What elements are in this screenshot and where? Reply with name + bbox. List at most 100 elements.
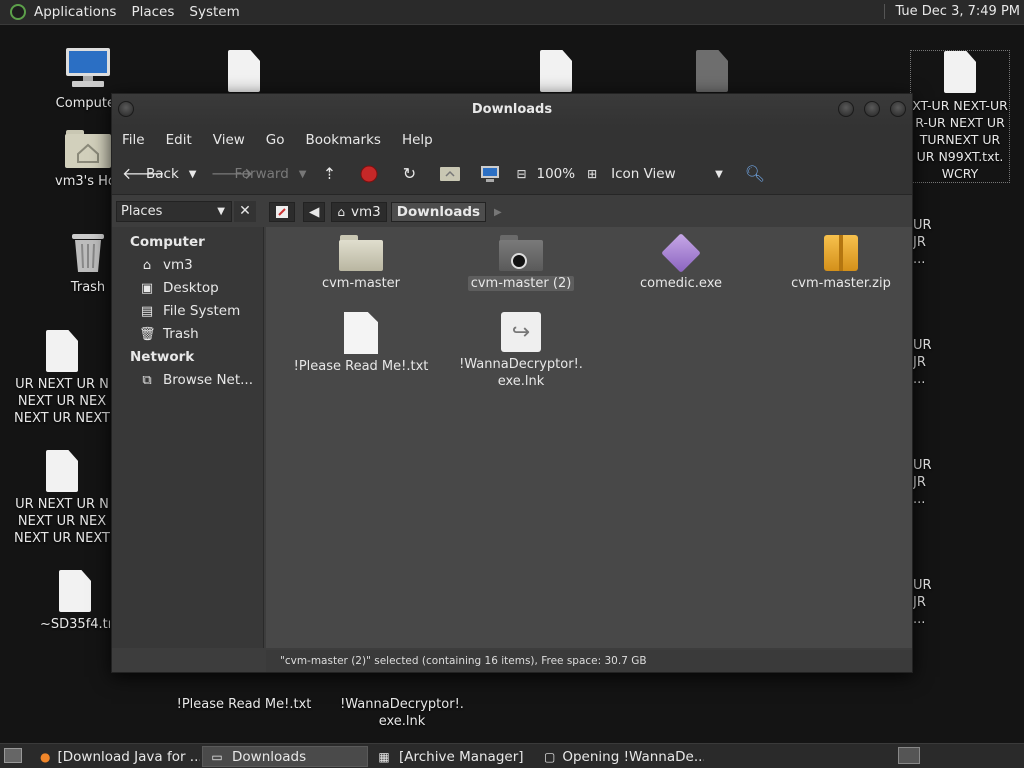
archive-manager-icon: ▦	[378, 749, 390, 764]
chevron-down-icon: ▼	[217, 206, 225, 217]
desktop-icon-label: !Please Read Me!.txt	[176, 697, 312, 712]
home-icon[interactable]	[440, 165, 461, 183]
file-item-comedic-exe[interactable]: comedic.exe	[606, 233, 756, 292]
task-opening-wannadecryptor[interactable]: ▢ Opening !WannaDe...	[538, 746, 704, 767]
text-file-icon[interactable]	[540, 50, 572, 92]
desktop-icon-label: UR NEXT UR N NEXT UR NEX NEXT UR NEXT	[14, 377, 110, 426]
bottom-panel: ● [Download Java for ... ▭ Downloads ▦ […	[0, 743, 1024, 768]
computer-toolbar-icon[interactable]	[480, 165, 500, 183]
forward-history-dropdown-icon[interactable]: ▼	[299, 169, 307, 180]
desktop-icon-wannadecryptor[interactable]: !WannaDecryptor!. exe.lnk	[334, 678, 470, 730]
maximize-button[interactable]	[864, 101, 880, 117]
desktop-icon-sd35f4[interactable]: ~SD35f4.tr	[40, 570, 110, 633]
forward-button[interactable]: 🡒 Forward	[210, 165, 288, 183]
view-mode-select[interactable]: Icon View	[611, 166, 715, 182]
task-label: Downloads	[232, 748, 307, 765]
menu-view[interactable]: View	[213, 132, 245, 148]
home-folder-small-icon	[440, 167, 461, 181]
text-file-icon	[46, 450, 78, 492]
file-name: cvm-master	[321, 276, 401, 291]
show-desktop-icon[interactable]	[4, 748, 22, 763]
edit-location-button[interactable]	[269, 202, 295, 222]
breadcrumb-vm3[interactable]: ⌂ vm3	[331, 202, 387, 222]
desktop-icon-ur-next-1[interactable]: UR NEXT UR N NEXT UR NEX NEXT UR NEXT	[14, 330, 110, 427]
file-name: cvm-master (2)	[467, 276, 575, 291]
desktop-icon-label: XT-UR NEXT-UR R-UR NEXT UR TURNEXT UR UR…	[912, 98, 1008, 181]
stop-icon[interactable]	[360, 165, 378, 183]
menu-bookmarks[interactable]: Bookmarks	[306, 132, 381, 148]
window-titlebar[interactable]: Downloads	[112, 94, 912, 126]
menu-file[interactable]: File	[122, 132, 145, 148]
desktop-icon-ur-next-2[interactable]: UR NEXT UR N NEXT UR NEX NEXT UR NEXT	[14, 450, 110, 547]
toolbar: 🡐 Back ▼ 🡒 Forward ▼ ⇡ ↻ ⊟ 100% ⊞ Icon V…	[112, 154, 912, 195]
desktop-icon-partial[interactable]: UR JR ...	[913, 457, 943, 508]
drive-icon: ▤	[140, 303, 154, 319]
zoom-in-icon[interactable]: ⊞	[583, 165, 601, 183]
back-arrow-icon: 🡐	[122, 164, 165, 183]
search-icon[interactable]: 🔍︎	[745, 165, 765, 183]
back-history-dropdown-icon[interactable]: ▼	[189, 169, 197, 180]
up-arrow-icon[interactable]: ⇡	[320, 165, 338, 183]
task-firefox[interactable]: ● [Download Java for ...	[34, 746, 200, 767]
file-item-wannadecryptor[interactable]: ↪ !WannaDecryptor!. exe.lnk	[446, 312, 596, 390]
task-archive-manager[interactable]: ▦ [Archive Manager]	[370, 746, 536, 767]
forward-arrow-icon: 🡒	[210, 164, 254, 183]
text-file-icon	[944, 51, 976, 93]
sidebar-header-network: Network	[130, 349, 195, 365]
distro-logo-icon[interactable]	[10, 4, 26, 20]
sidebar-item-vm3[interactable]: ⌂ vm3	[112, 254, 263, 277]
file-item-cvm-master-zip[interactable]: cvm-master.zip	[766, 235, 916, 292]
applications-menu[interactable]: Applications	[34, 4, 116, 20]
task-downloads[interactable]: ▭ Downloads	[202, 746, 368, 767]
trash-icon: 🗑︎	[139, 326, 156, 342]
reload-icon[interactable]: ↻	[400, 165, 418, 183]
desktop-icon-label: ~SD35f4.tr	[40, 617, 110, 632]
back-button[interactable]: 🡐 Back	[122, 165, 179, 183]
breadcrumb-left-button[interactable]: ◀	[303, 202, 326, 222]
system-menu[interactable]: System	[189, 4, 239, 20]
menubar: File Edit View Go Bookmarks Help	[112, 126, 912, 154]
file-name: cvm-master.zip	[791, 276, 891, 291]
workspace-switcher[interactable]	[898, 747, 920, 764]
file-name: comedic.exe	[640, 276, 722, 291]
close-button[interactable]	[890, 101, 906, 117]
location-bar: Places ▼ ✕ ◀ ⌂ vm3 Downloads ▶	[112, 195, 912, 227]
sidebar-item-browse-network[interactable]: ⧉ Browse Net...	[112, 369, 263, 392]
archive-icon	[824, 235, 858, 271]
places-menu[interactable]: Places	[131, 4, 174, 20]
minimize-button[interactable]	[838, 101, 854, 117]
firefox-icon: ●	[40, 749, 51, 764]
close-sidebar-button[interactable]: ✕	[234, 201, 256, 222]
network-icon: ⧉	[142, 372, 152, 388]
sidebar-item-label: File System	[163, 303, 241, 319]
top-panel: Applications Places System Tue Dec 3, 7:…	[0, 0, 1024, 25]
places-select-label: Places	[121, 204, 163, 219]
menu-edit[interactable]: Edit	[166, 132, 192, 148]
sidebar-item-desktop[interactable]: ▣ Desktop	[112, 277, 263, 300]
desktop-icon-label: UR NEXT UR N NEXT UR NEX NEXT UR NEXT	[14, 497, 110, 546]
breadcrumb-right-arrow-icon[interactable]: ▶	[494, 207, 502, 218]
breadcrumb: ◀ ⌂ vm3 Downloads ▶	[269, 201, 502, 223]
desktop-icon-partial[interactable]: UR JR ...	[913, 577, 943, 628]
desktop-icon-please-read[interactable]: !Please Read Me!.txt	[176, 678, 312, 713]
desktop-icon-partial[interactable]: UR JR ...	[913, 217, 943, 268]
zoom-out-icon[interactable]: ⊟	[512, 165, 530, 183]
sidebar-item-trash[interactable]: 🗑︎ Trash	[112, 323, 263, 346]
file-item-please-read[interactable]: !Please Read Me!.txt	[286, 312, 436, 375]
file-item-cvm-master-2[interactable]: cvm-master (2)	[446, 235, 596, 292]
text-file-icon[interactable]	[228, 50, 260, 92]
desktop-icon-partial[interactable]: UR JR ...	[913, 337, 943, 388]
sidebar-places-select[interactable]: Places ▼	[116, 201, 232, 222]
task-label: Opening !WannaDe...	[562, 748, 704, 765]
file-item-cvm-master[interactable]: cvm-master	[286, 235, 436, 292]
status-bar: "cvm-master (2)" selected (containing 16…	[266, 650, 912, 672]
file-icon[interactable]	[696, 50, 728, 92]
breadcrumb-downloads[interactable]: Downloads	[390, 202, 487, 222]
desktop-icon-label: UR JR ...	[913, 338, 932, 387]
desktop-icon-wcry[interactable]: XT-UR NEXT-UR R-UR NEXT UR TURNEXT UR UR…	[910, 50, 1010, 183]
menu-help[interactable]: Help	[402, 132, 433, 148]
menu-go[interactable]: Go	[266, 132, 285, 148]
sidebar-item-file-system[interactable]: ▤ File System	[112, 300, 263, 323]
clock[interactable]: Tue Dec 3, 7:49 PM	[884, 4, 1020, 19]
view-mode-dropdown-icon[interactable]: ▼	[715, 169, 723, 180]
